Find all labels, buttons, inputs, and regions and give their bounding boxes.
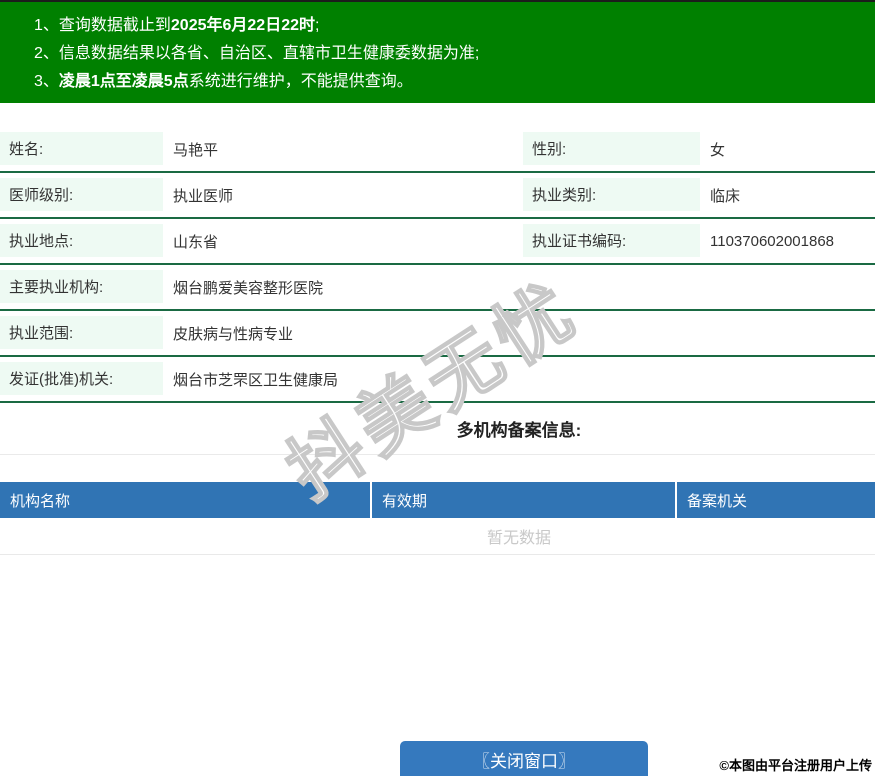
issuing-authority-label: 发证(批准)机关: [0, 362, 163, 395]
name-value: 马艳平 [173, 141, 219, 159]
notice-line-1: 1、查询数据截止到2025年6月22日22时; [34, 17, 320, 34]
org-name-column-header: 机构名称 [0, 482, 372, 518]
validity-column-header: 有效期 [372, 482, 677, 518]
practice-category-label: 执业类别: [523, 178, 700, 211]
issuing-authority-value: 烟台市芝罘区卫生健康局 [173, 371, 339, 389]
multi-institution-section-title: 多机构备案信息: [0, 403, 875, 455]
physician-info-table: 姓名: 马艳平 性别: 女 医师级别: 执业医师 执业类别: 临床 执业地点: … [0, 127, 875, 403]
practice-location-label: 执业地点: [0, 224, 163, 257]
notice-line-1-text: 1、查询数据截止到 [34, 17, 171, 34]
notice-banner: 1、查询数据截止到2025年6月22日22时; 2、信息数据结果以各省、自治区、… [0, 0, 875, 103]
table-row: 发证(批准)机关: 烟台市芝罘区卫生健康局 [0, 357, 875, 403]
table-row: 主要执业机构: 烟台鹏爱美容整形医院 [0, 265, 875, 311]
notice-line-3-bold: 凌晨1点至凌晨5点 [58, 73, 189, 90]
table-row: 执业地点: 山东省 执业证书编码: 110370602001868 [0, 219, 875, 265]
notice-line-3: 3、凌晨1点至凌晨5点系统进行维护，不能提供查询。 [34, 73, 413, 90]
record-authority-column-header: 备案机关 [687, 492, 748, 510]
close-window-button[interactable]: 〖关闭窗口〗 [400, 741, 648, 776]
upload-credit-text: ©本图由平台注册用户上传 [719, 758, 872, 773]
table-row: 姓名: 马艳平 性别: 女 [0, 127, 875, 173]
main-institution-value: 烟台鹏爱美容整形医院 [173, 279, 324, 297]
name-label: 姓名: [0, 132, 163, 165]
practice-scope-label: 执业范围: [0, 316, 163, 349]
gender-label: 性别: [523, 132, 700, 165]
notice-line-3-text: 3、 [34, 73, 59, 90]
table-row: 医师级别: 执业医师 执业类别: 临床 [0, 173, 875, 219]
notice-line-1-bold: 2025年6月22日22时 [170, 17, 315, 34]
license-number-value: 110370602001868 [710, 232, 835, 250]
practice-category-value: 临床 [710, 187, 741, 205]
physician-level-value: 执业医师 [173, 187, 234, 205]
gender-value: 女 [710, 141, 726, 159]
main-institution-label: 主要执业机构: [0, 270, 163, 303]
table-row: 执业范围: 皮肤病与性病专业 [0, 311, 875, 357]
license-number-label: 执业证书编码: [523, 224, 700, 257]
physician-level-label: 医师级别: [0, 178, 163, 211]
practice-location-value: 山东省 [173, 233, 219, 251]
org-table-header: 机构名称 有效期 备案机关 [0, 482, 875, 518]
notice-line-2-text: 2、信息数据结果以各省、自治区、直辖市卫生健康委数据为准; [34, 45, 480, 62]
practice-scope-value: 皮肤病与性病专业 [173, 325, 294, 343]
empty-data-message: 暂无数据 [0, 518, 875, 555]
notice-line-2: 2、信息数据结果以各省、自治区、直辖市卫生健康委数据为准; [34, 40, 855, 68]
